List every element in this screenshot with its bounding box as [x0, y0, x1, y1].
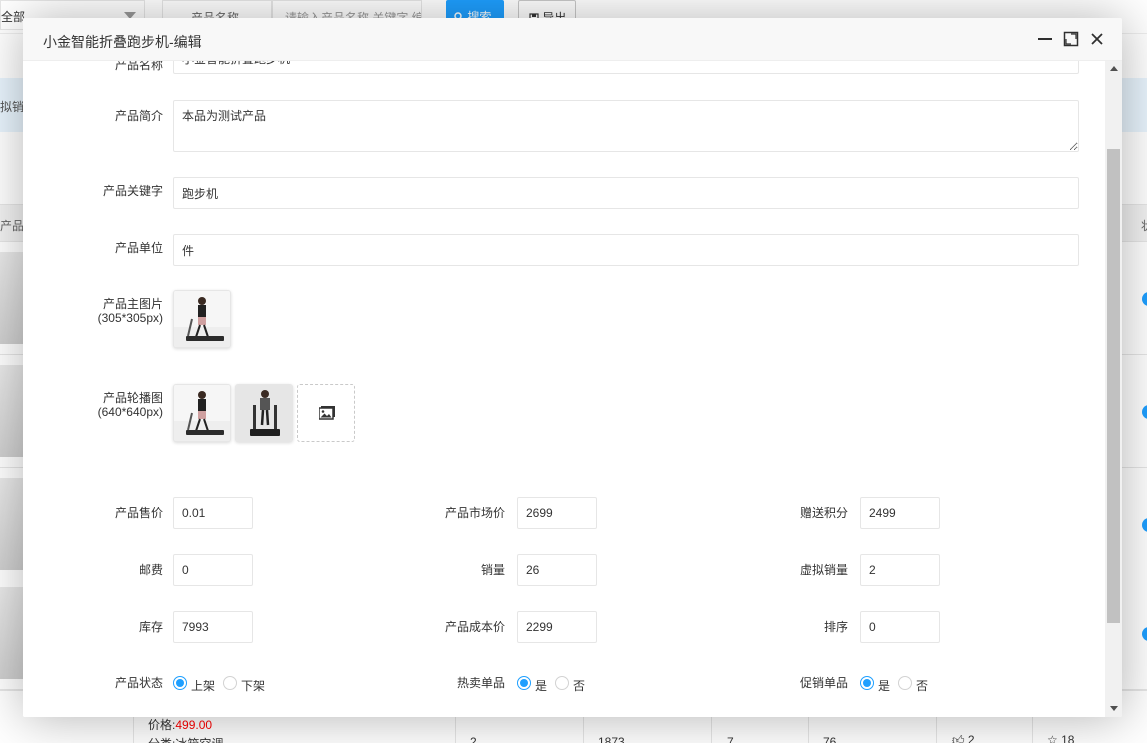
close-icon[interactable]: [1089, 31, 1105, 47]
stock-label: 库存: [23, 621, 163, 633]
filter-select-value: 全部: [1, 10, 25, 24]
product-intro-textarea[interactable]: 本品为测试产品: [173, 100, 1079, 152]
modal-header: 小金智能折叠跑步机-编辑: [23, 18, 1122, 61]
market-price-input[interactable]: [517, 497, 597, 529]
hot-no-label: 否: [573, 677, 585, 694]
hot-label: 热卖单品: [365, 677, 505, 689]
stock-input[interactable]: [173, 611, 253, 643]
status-off-radio[interactable]: [223, 676, 237, 690]
cell-value: 1873: [598, 735, 625, 743]
maximize-icon[interactable]: [1063, 31, 1079, 47]
product-thumbnail: [0, 478, 24, 570]
postage-label: 邮费: [23, 564, 163, 576]
status-toggle[interactable]: [1142, 627, 1147, 641]
cell-value: 76: [823, 735, 836, 743]
scroll-down-icon[interactable]: [1110, 706, 1118, 711]
points-input[interactable]: [860, 497, 940, 529]
product-keyword-input[interactable]: [173, 177, 1079, 209]
collect-count: 18: [1061, 733, 1074, 743]
hot-yes-label: 是: [535, 677, 547, 694]
hot-yes-radio[interactable]: [517, 676, 531, 690]
tip-text: 拟销: [0, 98, 24, 115]
price-label: 价格:: [148, 718, 175, 732]
virtual-sales-input[interactable]: [860, 554, 940, 586]
status-on-label: 上架: [191, 677, 215, 694]
price-label: 产品售价: [23, 507, 163, 519]
main-image-label: 产品主图片: [23, 298, 163, 310]
slider-image-size-hint: (640*640px): [23, 406, 163, 418]
product-thumbnail: [0, 252, 24, 344]
cost-input[interactable]: [517, 611, 597, 643]
status-off-label: 下架: [241, 677, 265, 694]
product-keyword-label: 产品关键字: [23, 185, 163, 197]
modal-title: 小金智能折叠跑步机-编辑: [43, 32, 202, 52]
status-radio-group: 上架 下架: [173, 676, 293, 692]
table-header-right: 状: [1141, 217, 1147, 234]
hot-radio-group: 是 否: [517, 676, 617, 692]
promo-no-label: 否: [916, 677, 928, 694]
add-image-button[interactable]: [297, 384, 355, 442]
sort-label: 排序: [708, 621, 848, 633]
price-input[interactable]: [173, 497, 253, 529]
main-image-thumbnail[interactable]: [173, 290, 231, 348]
sort-input[interactable]: [860, 611, 940, 643]
product-thumbnail: [0, 365, 24, 457]
status-toggle[interactable]: [1142, 292, 1147, 306]
virtual-sales-label: 虚拟销量: [708, 564, 848, 576]
star-icon[interactable]: ☆: [1047, 733, 1058, 743]
cell-value: 7: [727, 735, 734, 743]
sales-label: 销量: [365, 564, 505, 576]
scrollbar-thumb[interactable]: [1107, 149, 1120, 623]
cost-label: 产品成本价: [365, 621, 505, 633]
minimize-icon[interactable]: [1037, 31, 1053, 47]
price-value: 499.00: [175, 718, 212, 732]
scroll-up-icon[interactable]: [1110, 66, 1118, 71]
category-text: 分类:冰箱空调: [148, 735, 223, 743]
modal-body: 产品名称 产品简介 本品为测试产品 产品关键字 产品单位 产品主图片 (305*…: [23, 61, 1105, 717]
slider-image-thumbnail[interactable]: [173, 384, 231, 442]
promo-no-radio[interactable]: [898, 676, 912, 690]
edit-product-modal: 小金智能折叠跑步机-编辑 产品名称 产品简介 本品为测试产品 产品关键字 产品单…: [23, 18, 1122, 717]
product-name-label: 产品名称: [23, 61, 163, 71]
like-count: 2: [968, 733, 975, 743]
slider-image-label: 产品轮播图: [23, 392, 163, 404]
promo-label: 促销单品: [708, 677, 848, 689]
market-price-label: 产品市场价: [365, 507, 505, 519]
cell-value: 2: [470, 735, 477, 743]
promo-yes-label: 是: [878, 677, 890, 694]
product-thumbnail: [0, 587, 24, 679]
slider-image-thumbnail[interactable]: [235, 384, 293, 442]
product-unit-input[interactable]: [173, 234, 1079, 266]
modal-scrollbar[interactable]: [1105, 61, 1122, 717]
product-unit-label: 产品单位: [23, 242, 163, 254]
points-label: 赠送积分: [708, 507, 848, 519]
status-toggle[interactable]: [1142, 518, 1147, 532]
promo-radio-group: 是 否: [860, 676, 960, 692]
picture-icon: [319, 406, 335, 420]
main-image-size-hint: (305*305px): [23, 312, 163, 324]
product-name-input[interactable]: [173, 61, 1079, 74]
thumbs-up-icon[interactable]: 👍︎: [952, 733, 965, 743]
hot-no-radio[interactable]: [555, 676, 569, 690]
status-on-radio[interactable]: [173, 676, 187, 690]
promo-yes-radio[interactable]: [860, 676, 874, 690]
postage-input[interactable]: [173, 554, 253, 586]
status-toggle[interactable]: [1142, 405, 1147, 419]
status-label: 产品状态: [23, 677, 163, 689]
sales-input[interactable]: [517, 554, 597, 586]
product-intro-label: 产品简介: [23, 110, 163, 122]
